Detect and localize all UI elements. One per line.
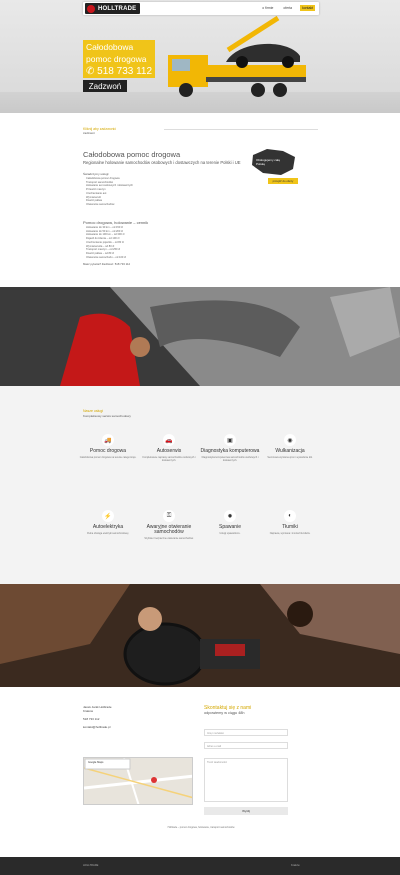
closing-text: Masz pytania? Zadzwoń: 518 733 112 xyxy=(83,262,131,266)
company-email[interactable]: kontakt@holltrade.pl xyxy=(83,725,112,729)
exhaust-icon: ◐ xyxy=(284,510,296,522)
service-card[interactable]: ◐ Tłumiki Naprawa, wymiana i montaż tłum… xyxy=(260,510,320,535)
message-field[interactable]: Treść wiadomości xyxy=(204,758,288,802)
list1-heading: Świadczymy usługi: xyxy=(83,172,110,176)
service-desc: Usługi spawalnicze. xyxy=(219,532,241,535)
footer-left: HOLLTRADE xyxy=(83,864,99,867)
service-card[interactable]: 🚗 Autoserwis Kompleksowe naprawy samocho… xyxy=(139,434,199,462)
services-title: Nasze usługi xyxy=(83,409,104,413)
menu-item-offer[interactable]: oferta xyxy=(281,5,294,11)
list-item: Otwieranie samochodów xyxy=(86,202,115,206)
service-desc: Diagnostyka komputerowa samochodów osobo… xyxy=(201,456,259,462)
diagnostics-icon: ▣ xyxy=(224,434,236,446)
logo-icon xyxy=(87,4,95,13)
service-name: Autoelektryka xyxy=(92,524,124,530)
top-navigation: HOLLTRADE o firmie oferta kontakt xyxy=(0,0,400,18)
service-desc: Sezonowa wymiana opon i wyważanie kół. xyxy=(267,456,313,459)
service-desc: Naprawa, wymiana i montaż tłumików. xyxy=(269,532,311,535)
list2-heading: Pomoc drogowa, holowanie – cennik xyxy=(83,220,149,225)
list-item: Otwieranie samochodu – od 100 zł xyxy=(86,255,126,259)
navbar: HOLLTRADE o firmie oferta kontakt xyxy=(83,2,319,15)
key-icon: ⚿ xyxy=(163,510,175,522)
send-button[interactable]: Wyślij xyxy=(204,807,288,815)
phone-icon: ✆ xyxy=(86,66,98,77)
mechanic-photo-illustration xyxy=(0,287,400,386)
hero-line-1: Całodobowa xyxy=(86,42,134,52)
service-card[interactable]: ◉ Wulkanizacja Sezonowa wymiana opon i w… xyxy=(260,434,320,459)
logo[interactable]: HOLLTRADE xyxy=(85,3,140,14)
service-desc: Całodobowa pomoc drogowa na terenie całe… xyxy=(79,456,137,459)
intro-small-subtitle: zadzwoń xyxy=(83,131,95,135)
driving-photo-illustration xyxy=(0,584,400,687)
service-desc: Pełna obsługa elektryki samochodowej. xyxy=(87,532,129,535)
map-label: Google Maps xyxy=(88,761,104,764)
mechanic-photo xyxy=(0,287,400,386)
call-button[interactable]: Zadzwoń xyxy=(83,80,127,92)
menu-item-contact[interactable]: kontakt xyxy=(300,5,315,11)
footer: HOLLTRADE Kraków xyxy=(0,857,400,875)
company-phone[interactable]: 518 733 112 xyxy=(83,717,112,721)
contact-info: Jacek Janik Holltrade Kraków 518 733 112… xyxy=(83,705,112,729)
region-note: Obsługujemy całą Polskę xyxy=(256,158,280,166)
footer-note: Holltrade – pomoc drogowa, holowanie, tr… xyxy=(167,826,235,829)
welding-icon: ✹ xyxy=(224,510,236,522)
service-desc: Kompleksowe naprawy samochodów osobowych… xyxy=(142,456,196,462)
service-name: Diagnostyka komputerowa xyxy=(200,448,260,454)
company-city: Kraków xyxy=(83,709,94,713)
menu-item-about[interactable]: o firmie xyxy=(260,5,275,11)
main-menu: o firmie oferta kontakt xyxy=(260,5,315,11)
name-field[interactable]: Imię i nazwisko xyxy=(204,729,288,736)
service-name: Wulkanizacja xyxy=(275,448,305,454)
price-list: Holowanie do 30 km – od 150 zł Holowanie… xyxy=(86,226,126,259)
tire-icon: ◉ xyxy=(284,434,296,446)
map-illustration xyxy=(84,758,192,804)
car-service-icon: 🚗 xyxy=(163,434,175,446)
service-card[interactable]: ⚿ Awaryjne otwieranie samochodów Szybkie… xyxy=(139,510,199,540)
list-item: Uruchomienie pojazdu – od 80 zł xyxy=(86,240,124,244)
form-subtitle: odpowiemy w ciągu 48h xyxy=(204,711,245,715)
email-field[interactable]: Adres e-mail xyxy=(204,742,288,749)
service-card[interactable]: 🚚 Pomoc drogowa Całodobowa pomoc drogowa… xyxy=(78,434,138,459)
divider xyxy=(164,129,318,130)
service-name: Autoserwis xyxy=(156,448,182,454)
service-card[interactable]: ✹ Spawanie Usługi spawalnicze. xyxy=(200,510,260,535)
services-section xyxy=(0,386,400,584)
google-map[interactable]: Google Maps xyxy=(83,757,193,805)
driving-photo xyxy=(0,584,400,687)
intro-title: Całodobowa pomoc drogowa xyxy=(83,150,181,159)
service-card[interactable]: ▣ Diagnostyka komputerowa Diagnostyka ko… xyxy=(200,434,260,462)
hero-phone[interactable]: ✆ 518 733 112 xyxy=(83,66,152,77)
footer-right: Kraków xyxy=(291,864,300,867)
tow-truck-illustration xyxy=(168,15,306,97)
service-card[interactable]: ⚡ Autoelektryka Pełna obsługa elektryki … xyxy=(78,510,138,535)
services-list: Całodobowa pomoc drogowa Transport samoc… xyxy=(86,177,133,207)
service-name: Awaryjne otwieranie samochodów xyxy=(146,524,192,535)
electric-icon: ⚡ xyxy=(102,510,114,522)
service-name: Tłumiki xyxy=(282,524,298,530)
hero-phone-number: 518 733 112 xyxy=(97,66,153,77)
service-name: Pomoc drogowa xyxy=(89,448,127,454)
intro-subtitle: Regionalne holowanie samochodów osobowyc… xyxy=(83,160,241,165)
tow-truck-icon: 🚚 xyxy=(102,434,114,446)
service-desc: Szybkie i bezpieczne otwieranie samochod… xyxy=(144,537,194,540)
offer-button[interactable]: przejdź do oferty xyxy=(268,178,298,184)
service-name: Spawanie xyxy=(219,524,241,530)
logo-text: HOLLTRADE xyxy=(98,5,137,12)
hero-line-2: pomoc drogowa xyxy=(86,54,147,64)
services-subtitle: Kompleksowy serwis samochodowy xyxy=(83,414,131,418)
